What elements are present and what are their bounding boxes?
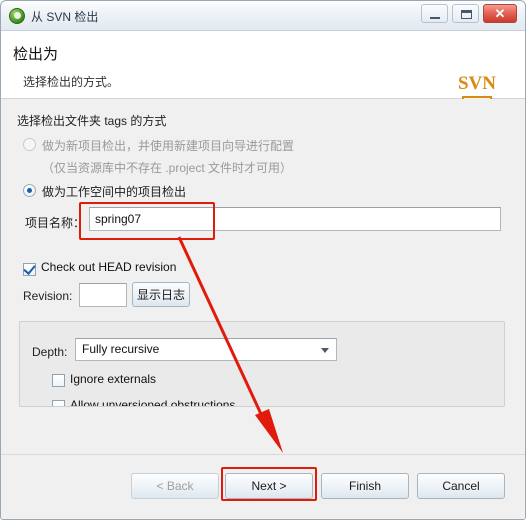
finish-button[interactable]: Finish [321, 473, 409, 499]
allow-unversioned-label: Allow unversioned obstructions [70, 398, 236, 407]
dialog-body: 选择检出文件夹 tags 的方式 做为新项目检出，并使用新建项目向导进行配置 （… [1, 99, 525, 454]
checkout-head-label: Check out HEAD revision [41, 260, 177, 274]
checkout-head-checkbox[interactable] [23, 263, 36, 276]
back-button[interactable]: < Back [131, 473, 219, 499]
ignore-externals-checkbox[interactable] [52, 374, 65, 387]
checkout-from-svn-dialog: 从 SVN 检出 ✕ 检出为 选择检出的方式。 SVN 选择检出文件夹 tags… [0, 0, 526, 520]
maximize-button[interactable] [452, 4, 479, 23]
page-title: 检出为 [13, 46, 59, 63]
close-icon: ✕ [494, 6, 506, 21]
project-name-label: 项目名称： [25, 216, 86, 230]
chevron-down-icon [321, 348, 329, 353]
minimize-button[interactable] [421, 4, 448, 23]
page-subtitle: 选择检出的方式。 [23, 75, 120, 89]
dialog-header: 检出为 选择检出的方式。 SVN [1, 31, 525, 113]
radio-button-icon [23, 184, 36, 197]
revision-label: Revision: [23, 289, 73, 303]
radio-button-icon [23, 138, 36, 151]
next-button[interactable]: Next > [225, 473, 313, 499]
depth-label: Depth: [32, 345, 68, 359]
svn-logo-text: SVN [457, 73, 496, 94]
maximize-icon [461, 10, 472, 19]
checkout-method-group-label: 选择检出文件夹 tags 的方式 [17, 114, 167, 128]
ignore-externals-label: Ignore externals [70, 372, 157, 386]
depth-selected-value: Fully recursive [82, 342, 160, 356]
close-button[interactable]: ✕ [483, 4, 517, 23]
revision-input[interactable] [79, 283, 127, 307]
title-bar: 从 SVN 检出 ✕ [1, 1, 525, 31]
new-project-hint-label: （仅当资源库中不存在 .project 文件时才可用） [42, 161, 293, 175]
depth-options-panel: Depth: Fully recursive Ignore externals … [19, 321, 505, 407]
cancel-button[interactable]: Cancel [417, 473, 505, 499]
dialog-footer: < Back Next > Finish Cancel [1, 454, 525, 519]
project-name-input[interactable] [89, 207, 501, 231]
radio-new-project-label: 做为新项目检出，并使用新建项目向导进行配置 [42, 139, 295, 153]
show-log-button[interactable]: 显示日志 [132, 282, 190, 307]
window-title: 从 SVN 检出 [31, 10, 99, 24]
depth-select[interactable]: Fully recursive [75, 338, 337, 361]
svn-globe-icon [9, 8, 25, 24]
radio-workspace-project-label: 做为工作空间中的项目检出 [42, 185, 187, 199]
minimize-icon [430, 17, 440, 19]
allow-unversioned-checkbox[interactable] [52, 400, 65, 406]
